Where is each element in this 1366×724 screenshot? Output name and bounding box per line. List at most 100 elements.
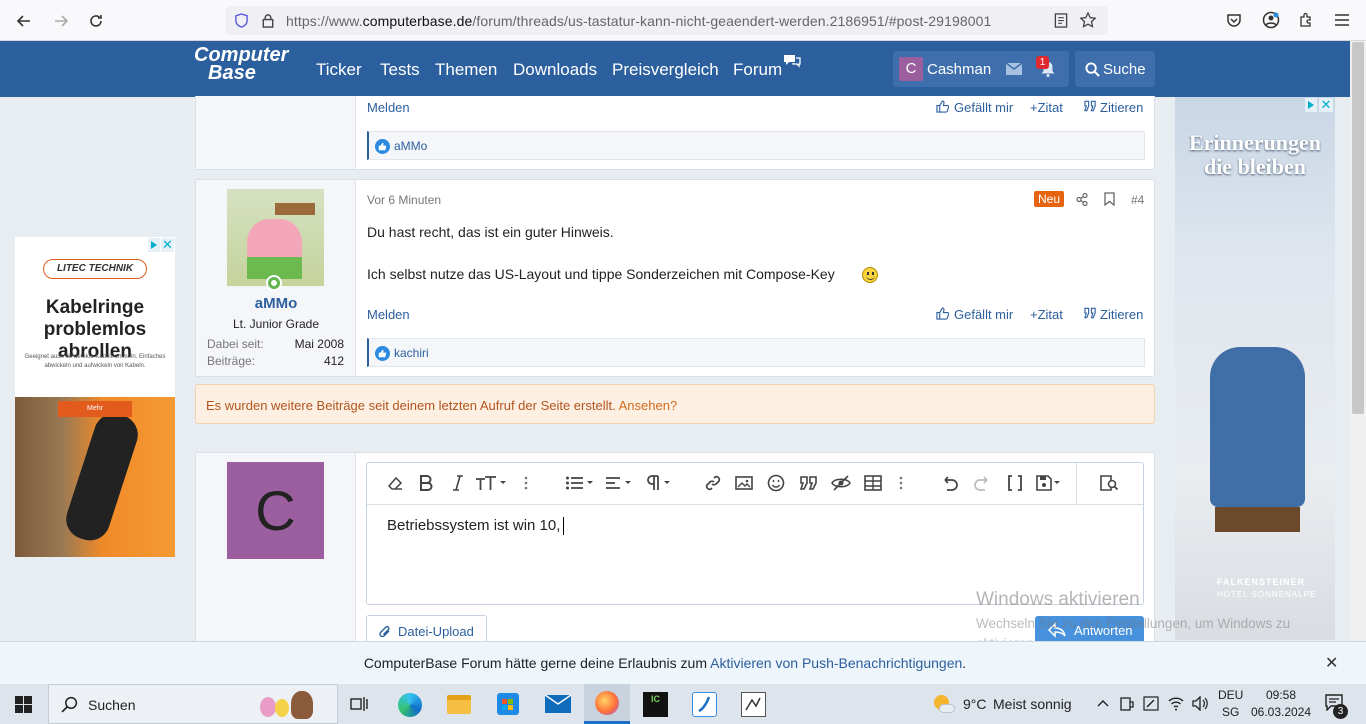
- reply-quote-button[interactable]: Zitieren: [1084, 307, 1143, 322]
- weather-icon[interactable]: [932, 694, 955, 716]
- bold-icon[interactable]: [419, 474, 433, 492]
- editor-content[interactable]: Betriebssystem ist win 10,: [387, 517, 565, 536]
- like-button[interactable]: Gefällt mir: [936, 100, 1013, 115]
- like-button[interactable]: Gefällt mir: [936, 307, 1013, 322]
- store-icon[interactable]: [497, 693, 519, 715]
- address-bar[interactable]: https://www.computerbase.de/forum/thread…: [226, 6, 1108, 35]
- ad-choices-icon[interactable]: [148, 238, 160, 252]
- nav-preisvergleich[interactable]: Preisvergleich: [612, 60, 719, 80]
- user-avatar[interactable]: [227, 189, 324, 286]
- search-button[interactable]: Suche: [1075, 51, 1155, 87]
- wifi-icon[interactable]: [1168, 696, 1184, 711]
- ad-left-button[interactable]: Mehr: [58, 401, 132, 417]
- notice-link[interactable]: Ansehen?: [619, 398, 678, 413]
- italic-icon[interactable]: [452, 474, 464, 492]
- lock-icon[interactable]: [261, 13, 275, 28]
- pocket-icon[interactable]: [1226, 12, 1242, 28]
- pinned-app-icon[interactable]: [692, 692, 717, 717]
- nav-tests[interactable]: Tests: [380, 60, 420, 80]
- undo-icon[interactable]: [941, 474, 959, 492]
- nav-themen[interactable]: Themen: [435, 60, 497, 80]
- drafts-icon[interactable]: [1035, 474, 1063, 492]
- extensions-icon[interactable]: [1298, 12, 1314, 28]
- table-icon[interactable]: [864, 474, 882, 492]
- bbcode-icon[interactable]: [1006, 474, 1024, 492]
- spoiler-icon[interactable]: [831, 474, 851, 492]
- keyboard-lang[interactable]: DEU: [1218, 688, 1243, 702]
- ad-choices-icon[interactable]: [1305, 98, 1317, 112]
- site-logo[interactable]: Computer Base: [194, 45, 288, 83]
- taskbar-search[interactable]: Suchen: [48, 684, 338, 724]
- nav-forum[interactable]: Forum: [733, 60, 782, 80]
- back-button[interactable]: [13, 10, 35, 32]
- link-icon[interactable]: [704, 474, 722, 492]
- post-time[interactable]: Vor 6 Minuten: [367, 193, 441, 207]
- account-icon[interactable]: [1262, 11, 1280, 29]
- reply-quote-button[interactable]: Zitieren: [1084, 100, 1143, 115]
- mail-icon[interactable]: [545, 695, 571, 713]
- speaker-icon[interactable]: [1192, 696, 1208, 711]
- windows-start-icon[interactable]: [15, 696, 32, 713]
- posts-value: 412: [323, 354, 344, 368]
- edge-icon[interactable]: [398, 693, 422, 717]
- clock-time[interactable]: 09:58: [1266, 688, 1296, 702]
- image-icon[interactable]: [735, 474, 753, 492]
- activation-watermark-title: Windows aktivieren: [976, 589, 1140, 610]
- emoji-icon[interactable]: [767, 474, 785, 492]
- list-icon[interactable]: [565, 474, 595, 492]
- document-app-icon[interactable]: [741, 692, 766, 717]
- more-vertical-icon[interactable]: [523, 474, 529, 492]
- task-view-icon[interactable]: [350, 695, 368, 713]
- ad-close-icon[interactable]: ✕: [161, 238, 174, 252]
- menu-icon[interactable]: [1334, 13, 1350, 27]
- reload-button[interactable]: [85, 10, 107, 32]
- reply-avatar[interactable]: C: [227, 462, 324, 559]
- nav-downloads[interactable]: Downloads: [513, 60, 597, 80]
- push-close-icon[interactable]: ✕: [1325, 653, 1338, 673]
- ad-close-icon[interactable]: ✕: [1319, 98, 1333, 112]
- report-link[interactable]: Melden: [367, 100, 410, 115]
- weather-text[interactable]: Meist sonnig: [993, 696, 1072, 712]
- keyboard-layout[interactable]: SG: [1222, 705, 1239, 719]
- chevron-up-icon[interactable]: [1097, 699, 1109, 707]
- shield-icon[interactable]: [234, 13, 249, 28]
- scrollbar-thumb[interactable]: [1352, 42, 1364, 414]
- quote-button[interactable]: +Zitat: [1030, 100, 1063, 115]
- liked-by-user[interactable]: kachiri: [394, 346, 429, 360]
- quote-icon[interactable]: [799, 474, 819, 492]
- report-link[interactable]: Melden: [367, 307, 410, 322]
- clock-date[interactable]: 06.03.2024: [1251, 705, 1311, 719]
- quote-button[interactable]: +Zitat: [1030, 307, 1063, 322]
- push-enable-link[interactable]: Aktivieren von Push-Benachrichtigungen: [710, 655, 962, 671]
- bookmark-star-icon[interactable]: [1080, 12, 1096, 28]
- weather-temp[interactable]: 9°C: [963, 696, 987, 712]
- bookmark-icon[interactable]: [1104, 192, 1115, 206]
- align-icon[interactable]: [605, 474, 635, 492]
- taskbar-firefox[interactable]: [584, 684, 630, 724]
- nav-ticker[interactable]: Ticker: [316, 60, 362, 80]
- pen-icon[interactable]: [1143, 696, 1159, 711]
- url-text[interactable]: https://www.computerbase.de/forum/thread…: [286, 13, 991, 29]
- joined-label: Dabei seit:: [207, 337, 264, 351]
- preview-icon[interactable]: [1099, 474, 1119, 492]
- liked-by-user[interactable]: aMMo: [394, 139, 427, 153]
- ic-markets-icon[interactable]: IC: [643, 692, 668, 717]
- quote-marks-icon: [1084, 307, 1096, 319]
- paragraph-icon[interactable]: [645, 474, 673, 492]
- text-size-icon[interactable]: [475, 474, 507, 492]
- reader-view-icon[interactable]: [1054, 13, 1068, 28]
- redo-icon[interactable]: [973, 474, 991, 492]
- ad-right[interactable]: ✕ Erinnerungen die bleiben FALKENSTEINER…: [1175, 97, 1335, 640]
- post-author[interactable]: aMMo: [196, 295, 356, 312]
- post-number[interactable]: #4: [1131, 193, 1144, 207]
- user-menu[interactable]: C Cashman 1: [893, 51, 1069, 87]
- file-explorer-icon[interactable]: [447, 695, 471, 714]
- share-icon[interactable]: [1076, 193, 1088, 206]
- battery-icon[interactable]: [1120, 696, 1134, 711]
- reply-editor[interactable]: Betriebssystem ist win 10,: [366, 462, 1144, 605]
- eraser-icon[interactable]: [386, 474, 404, 492]
- forward-button[interactable]: [50, 10, 72, 32]
- ad-left[interactable]: ✕ LITEC TECHNIK Kabelringe problemlos ab…: [15, 237, 175, 557]
- more-vertical-icon[interactable]: [898, 474, 904, 492]
- mail-icon[interactable]: [1006, 63, 1022, 75]
